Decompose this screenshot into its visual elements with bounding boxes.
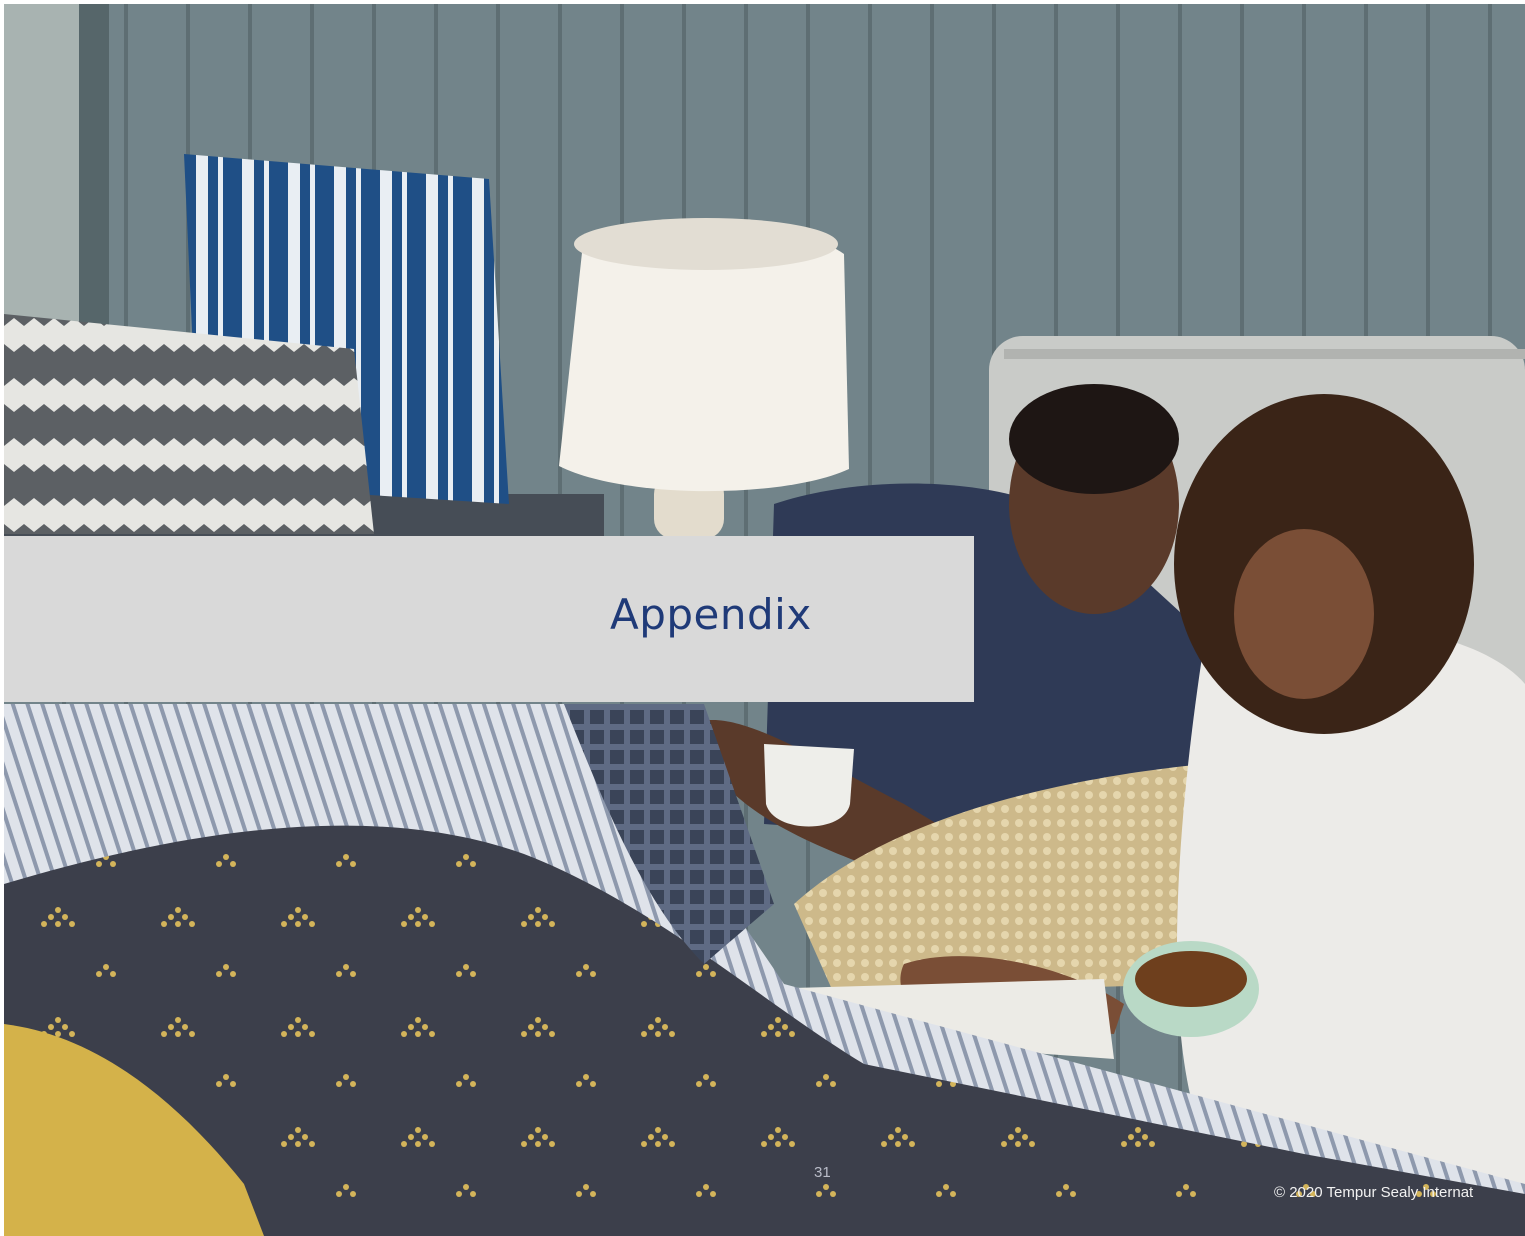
title-band [4, 536, 974, 702]
slide: Appendix 31 © 2020 Tempur Sealy Internat [4, 4, 1525, 1236]
copyright-notice: © 2020 Tempur Sealy Internat [1274, 1184, 1474, 1201]
page-number: 31 [814, 1164, 831, 1181]
slide-title: Appendix [610, 590, 812, 639]
